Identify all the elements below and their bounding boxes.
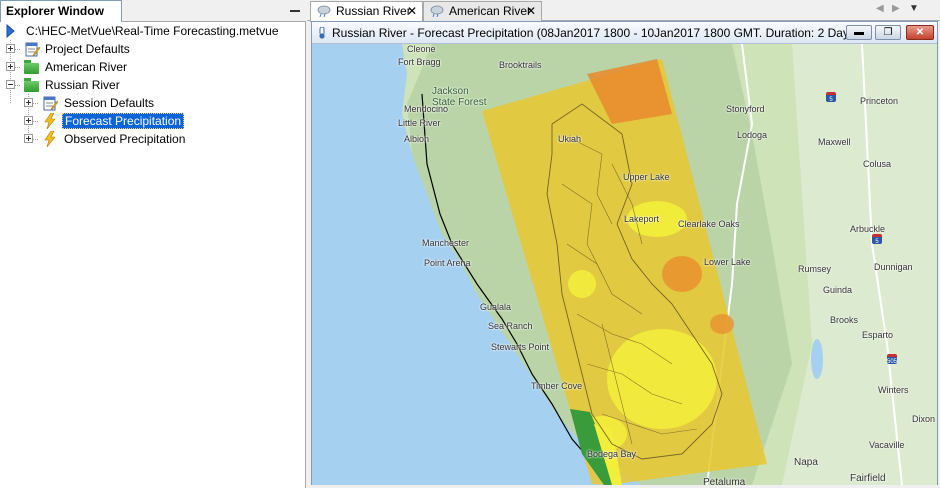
tree-item-russian-river[interactable]: Russian River bbox=[0, 76, 300, 94]
expand-icon[interactable] bbox=[24, 116, 33, 125]
precip-low bbox=[607, 329, 717, 429]
tree-item-label: Session Defaults bbox=[64, 96, 155, 110]
tab-label: Russian River bbox=[336, 4, 411, 18]
expand-icon[interactable] bbox=[24, 98, 33, 107]
map-label-gualala: Gualala bbox=[480, 302, 512, 312]
tree-item-project-defaults[interactable]: Project Defaults bbox=[0, 40, 300, 58]
map-label-timber-cove: Timber Cove bbox=[531, 381, 583, 391]
map-label-colusa: Colusa bbox=[863, 159, 892, 169]
tab-scroll-left-icon[interactable]: ◀ bbox=[876, 3, 884, 14]
map-label-little-river: Little River bbox=[398, 118, 441, 128]
close-button[interactable]: ✕ bbox=[906, 25, 934, 40]
tab-russian-river[interactable]: Russian River ✕ bbox=[310, 1, 423, 22]
cloud-rain-icon bbox=[317, 5, 331, 17]
map-label-princeton: Princeton bbox=[860, 96, 899, 106]
explorer-panel: Explorer Window C:\HEC-MetVue\Real-Time … bbox=[0, 0, 306, 488]
tree-item-forecast-precipitation[interactable]: Forecast Precipitation bbox=[0, 112, 300, 130]
map-label-brooktrails: Brooktrails bbox=[499, 60, 542, 70]
map-label-point-arena: Point Arena bbox=[424, 258, 471, 268]
precipitation-map[interactable]: Cleone Fort Bragg Brooktrails Jackson St… bbox=[312, 44, 937, 485]
map-label-fairfield: Fairfield bbox=[850, 473, 886, 484]
map-label-rumsey: Rumsey bbox=[798, 264, 832, 274]
map-label-maxwell: Maxwell bbox=[818, 137, 851, 147]
cloud-rain-icon bbox=[430, 5, 444, 17]
thermometer-icon bbox=[319, 27, 325, 39]
lightning-bolt-icon bbox=[44, 113, 56, 129]
tree-item-label: Russian River bbox=[45, 78, 120, 92]
map-label-dixon: Dixon bbox=[912, 414, 936, 424]
lake-berryessa bbox=[811, 339, 823, 379]
document-tabbar: Russian River ✕ American River ✕ ◀ ▶ ▼ bbox=[307, 0, 940, 22]
map-label-lakeport: Lakeport bbox=[624, 214, 660, 224]
map-window-title: Russian River - Forecast Precipitation (… bbox=[332, 26, 859, 40]
map-label-lower-lake: Lower Lake bbox=[704, 257, 751, 267]
tree-item-label: Observed Precipitation bbox=[64, 132, 186, 146]
map-label-guinda: Guinda bbox=[823, 285, 853, 295]
precip-high bbox=[662, 256, 702, 292]
expand-icon[interactable] bbox=[6, 62, 15, 71]
map-label-clearlake-oaks: Clearlake Oaks bbox=[678, 219, 740, 229]
tree-item-label: Project Defaults bbox=[45, 42, 130, 56]
lightning-bolt-icon bbox=[44, 131, 56, 147]
map-label-napa: Napa bbox=[794, 457, 818, 468]
minimize-button[interactable]: ▬ bbox=[846, 25, 872, 40]
precip-low bbox=[568, 270, 596, 298]
interstate-5-shield-icon: 5 bbox=[826, 92, 836, 103]
map-label-cleone: Cleone bbox=[407, 44, 436, 54]
tree-item-label: American River bbox=[45, 60, 128, 74]
restore-button[interactable]: ❐ bbox=[875, 25, 901, 40]
map-label-dunnigan: Dunnigan bbox=[874, 262, 913, 272]
tree-root[interactable]: C:\HEC-MetVue\Real-Time Forecasting.metv… bbox=[0, 22, 300, 40]
precip-high bbox=[710, 314, 734, 334]
expand-icon[interactable] bbox=[6, 44, 15, 53]
map-label-fort-bragg: Fort Bragg bbox=[398, 57, 441, 67]
map-label-stonyford: Stonyford bbox=[726, 104, 765, 114]
document-area: Russian River ✕ American River ✕ ◀ ▶ ▼ R… bbox=[307, 0, 940, 488]
tab-scroll-right-icon[interactable]: ▶ bbox=[892, 3, 900, 14]
expand-icon[interactable] bbox=[24, 134, 33, 143]
explorer-title-tab[interactable]: Explorer Window bbox=[0, 0, 122, 22]
basin-folder-icon bbox=[24, 78, 39, 92]
tree-item-label-selected: Forecast Precipitation bbox=[62, 113, 185, 129]
map-label-mendocino: Mendocino bbox=[404, 104, 449, 114]
map-label-sea-ranch: Sea Ranch bbox=[488, 321, 533, 331]
map-label-upper-lake: Upper Lake bbox=[623, 172, 670, 182]
tree-item-observed-precipitation[interactable]: Observed Precipitation bbox=[0, 130, 300, 148]
interstate-505-shield-icon: 505 bbox=[887, 354, 897, 365]
tab-list-dropdown-icon[interactable]: ▼ bbox=[909, 3, 919, 14]
map-label-petaluma: Petaluma bbox=[703, 477, 746, 485]
tree-item-session-defaults[interactable]: Session Defaults bbox=[0, 94, 300, 112]
map-window-titlebar: Russian River - Forecast Precipitation (… bbox=[312, 22, 937, 44]
defaults-document-icon bbox=[43, 96, 58, 111]
tree-root-label: C:\HEC-MetVue\Real-Time Forecasting.metv… bbox=[26, 24, 279, 38]
map-label-esparto: Esparto bbox=[862, 330, 894, 340]
map-window: Russian River - Forecast Precipitation (… bbox=[311, 21, 938, 485]
basin-folder-icon bbox=[24, 60, 39, 74]
map-label-bodega-bay: Bodega Bay bbox=[587, 449, 637, 459]
interstate-5-shield-icon: 5 bbox=[872, 234, 882, 245]
minimize-icon[interactable] bbox=[290, 10, 300, 12]
tree-item-american-river[interactable]: American River bbox=[0, 58, 300, 76]
project-arrow-icon bbox=[6, 24, 15, 38]
defaults-document-icon bbox=[25, 42, 40, 57]
explorer-tabbar: Explorer Window bbox=[0, 0, 306, 22]
collapse-icon[interactable] bbox=[6, 80, 15, 89]
map-label-ukiah: Ukiah bbox=[558, 134, 582, 144]
tab-label: American River bbox=[449, 4, 532, 18]
map-label-brooks: Brooks bbox=[830, 315, 859, 325]
map-label-winters: Winters bbox=[878, 385, 909, 395]
map-label-albion: Albion bbox=[404, 134, 430, 144]
map-label-lodoga: Lodoga bbox=[737, 130, 768, 140]
close-tab-icon[interactable]: ✕ bbox=[526, 2, 536, 20]
map-label-stewarts-point: Stewarts Point bbox=[491, 342, 550, 352]
tab-american-river[interactable]: American River ✕ bbox=[423, 1, 542, 21]
map-label-vacaville: Vacaville bbox=[869, 440, 905, 450]
map-label-arbuckle: Arbuckle bbox=[850, 224, 886, 234]
map-label-manchester: Manchester bbox=[422, 238, 470, 248]
close-tab-icon[interactable]: ✕ bbox=[407, 2, 417, 20]
